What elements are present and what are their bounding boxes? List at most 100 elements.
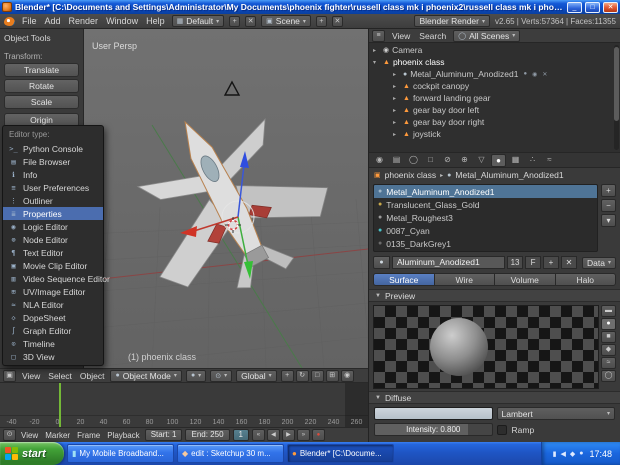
outliner-item-metal-aluminum-anodized1[interactable]: ▸●Metal_Aluminum_Anodized1●◉✕ [369,68,612,80]
outliner-item-phoenix-class[interactable]: ▾▲phoenix class [369,56,612,68]
editor-type-option-text-editor[interactable]: ¶Text Editor [3,246,103,259]
render-engine-selector[interactable]: Blender Render ▾ [414,15,490,27]
screen-layout-selector[interactable]: ▦ Default ▾ [172,15,225,27]
window-titlebar[interactable]: Blender* [C:\Documents and Settings\Admi… [0,0,620,14]
remove-slot-button[interactable]: − [601,199,616,212]
material-slot-0135-darkgrey1[interactable]: ●0135_DarkGrey1 [374,237,597,250]
material-slot-metal-aluminum-anodized1[interactable]: ●Metal_Aluminum_Anodized1 [374,185,597,198]
timeline-menu-frame[interactable]: Frame [75,431,102,440]
material-slot-0087-cyan[interactable]: ●0087_Cyan [374,224,597,237]
expand-icon[interactable]: ▸ [393,83,400,90]
empty-object-marker[interactable] [225,82,239,95]
diffuse-color-swatch[interactable] [374,407,493,420]
manipulator-translate-icon[interactable]: + [281,370,294,382]
mode-selector[interactable]: ● Object Mode ▾ [110,370,181,382]
maximize-button[interactable]: □ [585,2,600,13]
play-button[interactable]: ▶ [282,429,295,441]
restriction-toggle-icon[interactable]: ● [523,71,527,77]
slot-specials-button[interactable]: ▾ [601,214,616,227]
diffuse-shader-selector[interactable]: Lambert ▾ [497,407,616,420]
outliner-scrollbar[interactable] [614,45,619,150]
preview-cube-button[interactable]: ■ [601,331,616,343]
tray-network-icon[interactable]: ▮ [553,450,557,458]
properties-tab-constraints[interactable]: ⊘ [440,154,455,167]
fake-user-button[interactable]: F [525,256,541,269]
orientation-selector[interactable]: Global ▾ [236,370,277,382]
outliner-item-camera[interactable]: ▸◉Camera [369,44,612,56]
blender-logo-icon[interactable] [4,17,15,26]
expand-icon[interactable]: ▸ [393,71,400,78]
tray-update-icon[interactable]: ● [579,450,583,458]
ramp-checkbox[interactable] [497,425,507,435]
record-button[interactable]: ● [312,429,325,441]
tray-shield-icon[interactable]: ◆ [570,450,575,458]
translate-button[interactable]: Translate [4,63,79,77]
render-opengl-icon[interactable]: ◉ [341,370,354,382]
editor-type-option-outliner[interactable]: ⋮Outliner [3,194,103,207]
new-material-button[interactable]: + [543,256,559,269]
editor-type-option-python-console[interactable]: >_Python Console [3,142,103,155]
breadcrumb-object[interactable]: phoenix class [385,170,437,180]
expand-icon[interactable]: ▸ [393,107,400,114]
jump-to-end-button[interactable]: » [297,429,310,441]
material-type-halo[interactable]: Halo [555,273,617,286]
tray-volume-icon[interactable]: ◀ [560,450,565,458]
outliner-search-menu[interactable]: Search [417,31,448,41]
editor-type-option-video-sequence-editor[interactable]: ▥Video Sequence Editor [3,272,103,285]
add-slot-button[interactable]: + [601,184,616,197]
preview-monkey-button[interactable]: ◆ [601,344,616,356]
shading-selector[interactable]: ● ▾ [186,370,206,382]
preview-flat-button[interactable]: ▬ [601,305,616,317]
editor-type-option-graph-editor[interactable]: ∫Graph Editor [3,324,103,337]
restriction-toggle-icon[interactable]: ◉ [532,71,537,78]
material-slot-metal-roughest3[interactable]: ●Metal_Roughest3 [374,211,597,224]
editor-type-option-nla-editor[interactable]: ≈NLA Editor [3,298,103,311]
timeline-menu-marker[interactable]: Marker [43,431,72,440]
timeline-menu-playback[interactable]: Playback [105,431,141,440]
material-users-button[interactable]: 13 [507,256,523,269]
editor-type-option-uv-image-editor[interactable]: ⊞UV/Image Editor [3,285,103,298]
viewport-menu-object[interactable]: Object [78,371,107,381]
material-type-surface[interactable]: Surface [373,273,434,286]
frame-start-field[interactable]: Start: 1 [145,429,183,441]
breadcrumb-material[interactable]: Metal_Aluminum_Anodized1 [455,170,563,180]
close-button[interactable]: ✕ [603,2,618,13]
diffuse-intensity-slider[interactable]: Intensity: 0.800 [374,423,493,436]
preview-sky-button[interactable]: ◯ [601,370,616,382]
properties-tab-texture[interactable]: ▦ [508,154,523,167]
frame-end-field[interactable]: End: 250 [185,429,229,441]
editor-type-option-node-editor[interactable]: ⊚Node Editor [3,233,103,246]
menubar-item-file[interactable]: File [20,16,39,26]
properties-tab-object[interactable]: □ [423,154,438,167]
outliner-display-selector[interactable]: ◯ All Scenes ▾ [453,30,520,42]
editor-type-option-file-browser[interactable]: ▤File Browser [3,155,103,168]
preview-sphere-button[interactable]: ● [601,318,616,330]
timeline-editor-type-button[interactable]: ⊙ [3,429,16,441]
scrollbar-thumb[interactable] [614,47,619,121]
properties-tab-scene[interactable]: ▤ [389,154,404,167]
scale-button[interactable]: Scale [4,95,79,109]
delete-layout-button[interactable]: ✕ [245,16,256,27]
viewport-menu-select[interactable]: Select [46,371,74,381]
taskbar-task-edit-sketchup-30-m[interactable]: ◆edit : Sketchup 30 m... [177,444,284,463]
properties-tab-material[interactable]: ● [491,154,506,167]
outliner-editor-type-button[interactable]: ≡ [372,30,385,42]
editor-type-option-logic-editor[interactable]: ◉Logic Editor [3,220,103,233]
taskbar-task-blender-c-docume[interactable]: ●Blender* [C:\Docume... [287,444,394,463]
material-name-field[interactable]: Aluminum_Anodized1 [392,256,505,269]
expand-icon[interactable]: ▸ [393,131,400,138]
editor-type-option-dopesheet[interactable]: ◇DopeSheet [3,311,103,324]
timeline-menu-view[interactable]: View [19,431,40,440]
menubar-item-render[interactable]: Render [67,16,101,26]
unlink-material-button[interactable]: ✕ [561,256,577,269]
outliner-item-joystick[interactable]: ▸▲joystick [369,128,612,140]
outliner-item-gear-bay-door-right[interactable]: ▸▲gear bay door right [369,116,612,128]
properties-tab-particles[interactable]: ∴ [525,154,540,167]
menubar-item-help[interactable]: Help [144,16,167,26]
properties-tab-physics[interactable]: ≈ [542,154,557,167]
add-scene-button[interactable]: + [316,16,327,27]
start-button[interactable]: start [0,442,64,465]
properties-tab-render[interactable]: ◉ [372,154,387,167]
taskbar-task-my-mobile-broadband[interactable]: ▮My Mobile Broadband... [67,444,174,463]
preview-hair-button[interactable]: ≈ [601,357,616,369]
